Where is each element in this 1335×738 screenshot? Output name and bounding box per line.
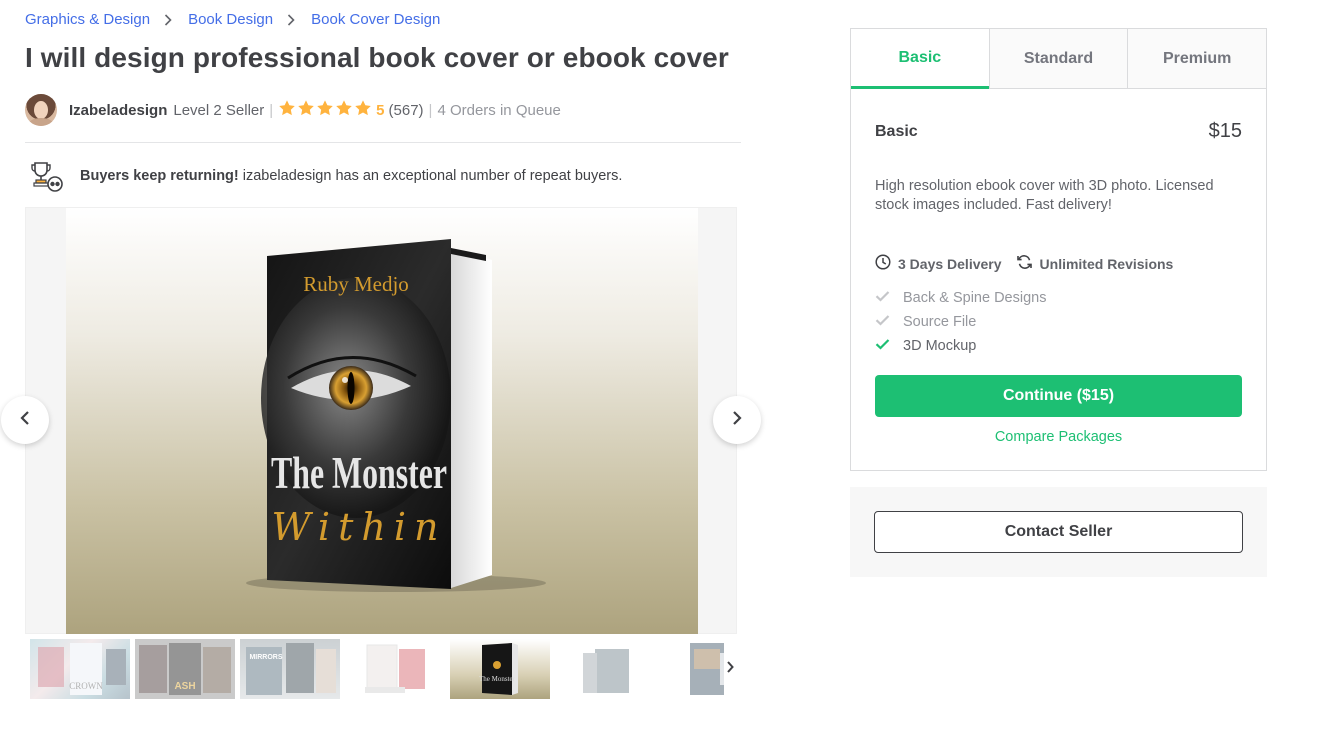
package-panel: Basic Standard Premium Basic $15 High re…	[850, 28, 1267, 471]
revisions: Unlimited Revisions	[1016, 254, 1174, 273]
thumbnail[interactable]: CROWN	[30, 639, 130, 699]
check-icon	[875, 290, 903, 306]
orders-in-queue: 4 Orders in Queue	[437, 101, 561, 119]
check-icon	[875, 314, 903, 330]
package-meta: 3 Days Delivery Unlimited Revisions	[875, 254, 1187, 273]
delivery-label: 3 Days Delivery	[898, 255, 1002, 272]
thumbnail[interactable]: ASH	[135, 639, 235, 699]
repeat-buyers-text: izabeladesign has an exceptional number …	[242, 168, 623, 184]
gallery-prev-button[interactable]	[1, 396, 49, 444]
package-price: $15	[1208, 120, 1242, 142]
check-icon	[875, 338, 903, 354]
gallery-next-button[interactable]	[713, 396, 761, 444]
contact-seller-section: Contact Seller	[850, 487, 1267, 577]
divider: |	[428, 101, 433, 119]
divider: |	[269, 101, 274, 119]
review-count[interactable]: (567)	[389, 102, 424, 119]
chevron-right-icon	[287, 13, 295, 26]
thumbnail[interactable]	[345, 639, 445, 699]
star-icon	[316, 99, 334, 121]
star-icon	[278, 99, 296, 121]
seller-name[interactable]: Izabeladesign	[69, 102, 167, 119]
tab-premium[interactable]: Premium	[1127, 29, 1267, 88]
chevron-right-icon	[164, 13, 172, 26]
svg-text:CROWN: CROWN	[69, 681, 103, 691]
star-icon	[354, 99, 372, 121]
continue-button[interactable]: Continue ($15)	[875, 375, 1242, 417]
feature-label: Source File	[903, 314, 977, 330]
compare-packages-link[interactable]: Compare Packages	[851, 429, 1266, 445]
contact-seller-button[interactable]: Contact Seller	[874, 511, 1243, 553]
tab-basic[interactable]: Basic	[851, 29, 989, 89]
star-icon	[297, 99, 315, 121]
rating-value: 5	[376, 101, 385, 119]
chevron-right-icon	[731, 410, 743, 431]
chevron-left-icon	[19, 410, 31, 431]
star-icon	[335, 99, 353, 121]
feature-item: Source File	[875, 310, 1046, 334]
book-author-text: Ruby Medjo	[303, 272, 409, 296]
feature-label: 3D Mockup	[903, 338, 977, 354]
trophy-icon	[30, 160, 64, 192]
feature-label: Back & Spine Designs	[903, 290, 1047, 306]
chevron-right-icon	[726, 660, 734, 678]
thumbnails-next-button[interactable]	[720, 653, 740, 685]
book-title-line1: The Monster	[271, 448, 447, 498]
breadcrumb-item-book-cover-design[interactable]: Book Cover Design	[311, 11, 440, 28]
repeat-buyers-headline: Buyers keep returning!	[80, 168, 239, 184]
breadcrumb-item-graphics-design[interactable]: Graphics & Design	[25, 11, 150, 28]
seller-overview: Izabeladesign Level 2 Seller | 5 (567) |…	[25, 94, 561, 126]
refresh-icon	[1016, 254, 1040, 273]
avatar[interactable]	[25, 94, 57, 126]
gig-gallery: Ruby Medjo The Monster Within	[25, 207, 737, 634]
repeat-buyers-banner: Buyers keep returning! izabeladesign has…	[30, 160, 622, 192]
svg-text:MIRRORS: MIRRORS	[249, 654, 282, 661]
separator-line	[25, 142, 741, 143]
package-description: High resolution ebook cover with 3D phot…	[875, 178, 1214, 213]
package-features: Back & Spine Designs Source File 3D Mockup	[875, 286, 1046, 358]
feature-item: Back & Spine Designs	[875, 286, 1046, 310]
thumbnail[interactable]	[555, 639, 655, 699]
rating-stars[interactable]	[278, 99, 372, 121]
thumbnail[interactable]: The Monster	[450, 639, 550, 699]
gallery-main-image[interactable]: Ruby Medjo The Monster Within	[66, 208, 698, 634]
breadcrumb-item-book-design[interactable]: Book Design	[188, 11, 273, 28]
breadcrumb: Graphics & Design Book Design Book Cover…	[25, 11, 440, 28]
seller-level: Level 2 Seller	[173, 101, 265, 119]
gig-title: I will design professional book cover or…	[25, 42, 729, 73]
package-tabs: Basic Standard Premium	[851, 29, 1267, 89]
svg-text:The Monster: The Monster	[479, 675, 516, 683]
revisions-label: Unlimited Revisions	[1039, 255, 1174, 272]
delivery-time: 3 Days Delivery	[875, 254, 1002, 273]
package-name: Basic	[875, 123, 918, 140]
feature-item: 3D Mockup	[875, 334, 1046, 358]
book-title-line2: Within	[272, 505, 447, 549]
gallery-thumbnails: CROWN ASH MIRRORS The Monster	[30, 639, 740, 699]
svg-text:ASH: ASH	[174, 681, 195, 692]
tab-standard[interactable]: Standard	[988, 29, 1128, 88]
clock-icon	[875, 254, 898, 273]
thumbnail[interactable]: MIRRORS	[240, 639, 340, 699]
